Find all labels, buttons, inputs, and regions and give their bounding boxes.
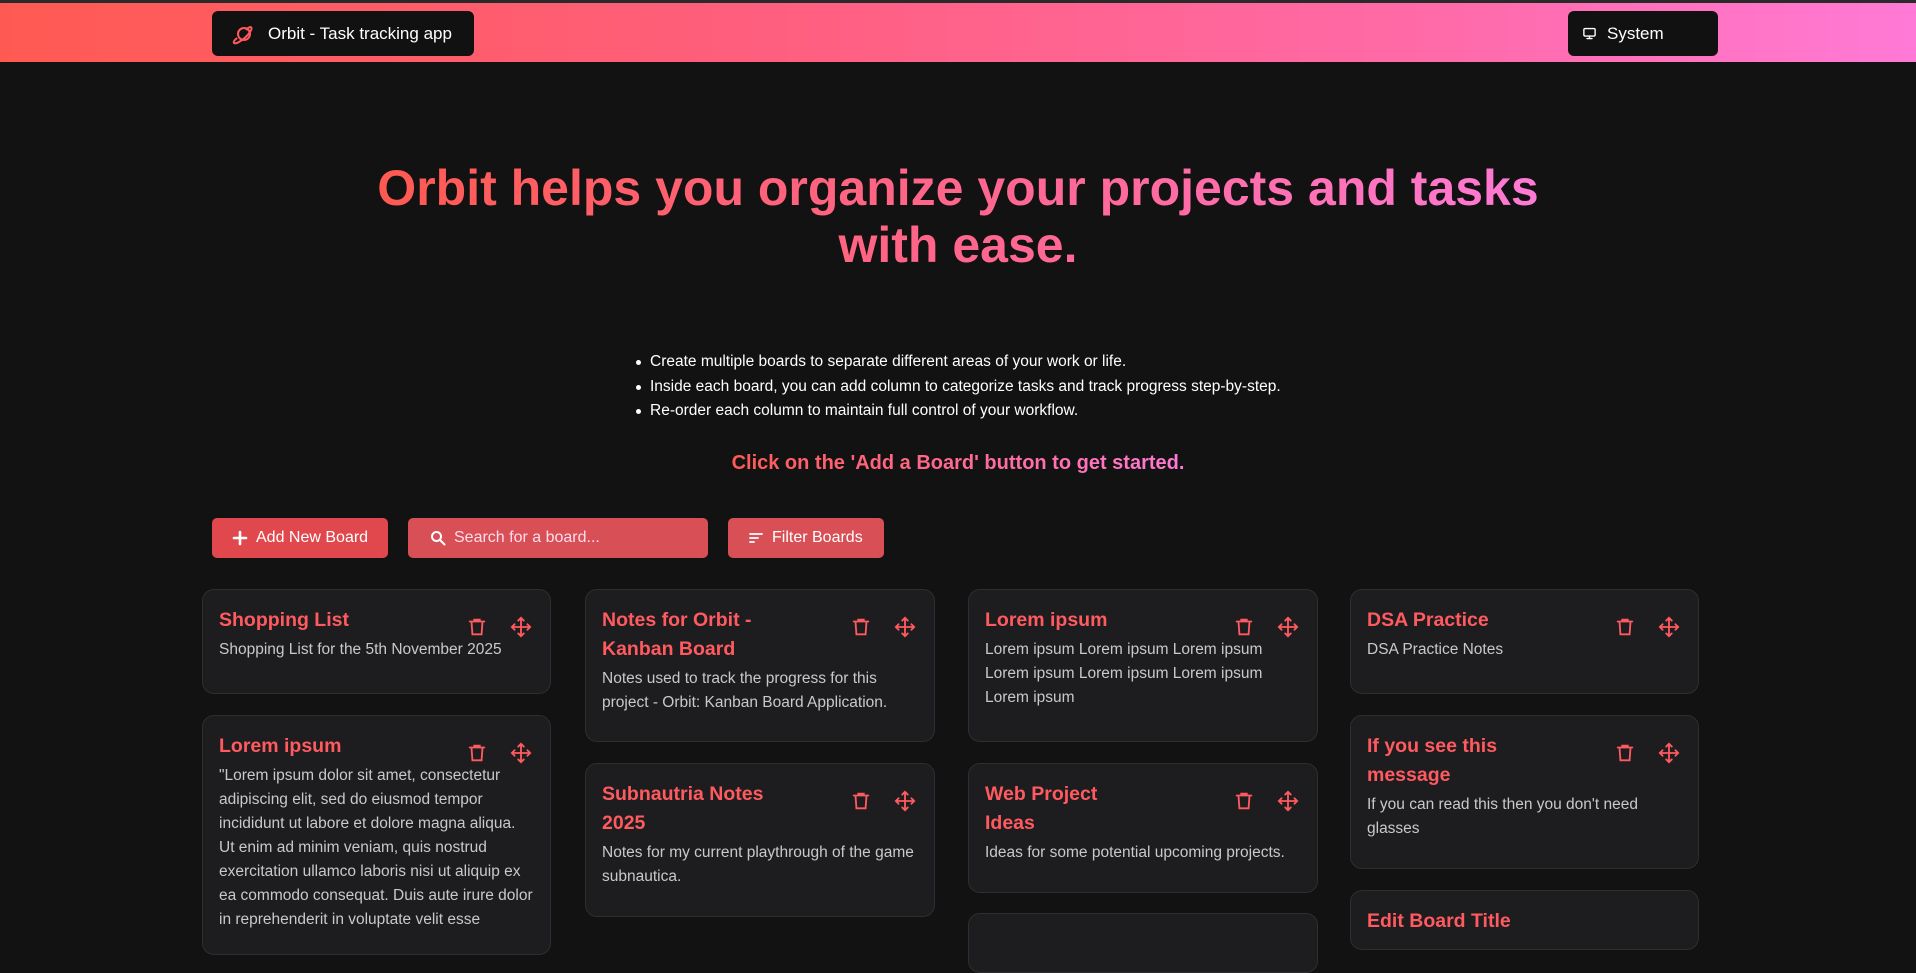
board-card[interactable]: Lorem ipsum Lorem ipsum Lorem ipsum Lore… xyxy=(968,589,1318,742)
board-title[interactable]: DSA Practice xyxy=(1367,606,1567,635)
top-bar: Orbit - Task tracking app System xyxy=(0,0,1916,62)
monitor-icon xyxy=(1583,27,1596,40)
search-placeholder: Search for a board... xyxy=(454,529,600,546)
board-description: "Lorem ipsum dolor sit amet, consectetur… xyxy=(219,767,533,928)
feature-list: Create multiple boards to separate diffe… xyxy=(636,350,1281,424)
search-icon xyxy=(431,531,446,546)
trash-icon[interactable] xyxy=(466,616,488,638)
plus-icon xyxy=(232,530,248,546)
trash-icon[interactable] xyxy=(1614,616,1636,638)
board-card[interactable]: If you see this message If you can read … xyxy=(1350,715,1699,869)
board-description: Lorem ipsum Lorem ipsum Lorem ipsum Lore… xyxy=(985,641,1263,706)
feature-item: Create multiple boards to separate diffe… xyxy=(636,350,1281,375)
trash-icon[interactable] xyxy=(466,742,488,764)
board-description: Shopping List for the 5th November 2025 xyxy=(219,641,502,658)
board-title[interactable]: Notes for Orbit - Kanban Board xyxy=(602,606,802,664)
board-description: If you can read this then you don't need… xyxy=(1367,796,1638,837)
board-description: DSA Practice Notes xyxy=(1367,641,1504,658)
board-card[interactable]: Subnautria Notes 2025 Notes for my curre… xyxy=(585,763,935,917)
add-board-button[interactable]: Add New Board xyxy=(212,518,388,558)
trash-icon[interactable] xyxy=(1233,616,1255,638)
board-card[interactable]: Notes for Orbit - Kanban Board Notes use… xyxy=(585,589,935,742)
add-board-label: Add New Board xyxy=(256,529,369,546)
app-title: Orbit - Task tracking app xyxy=(268,23,452,43)
board-title[interactable]: Shopping List xyxy=(219,606,419,635)
board-card[interactable]: Web Project Ideas Ideas for some potenti… xyxy=(968,763,1318,893)
search-input[interactable]: Search for a board... xyxy=(408,518,708,558)
trash-icon[interactable] xyxy=(1233,790,1255,812)
feature-item: Inside each board, you can add column to… xyxy=(636,375,1281,400)
filter-lines-icon xyxy=(749,533,763,543)
app-brand[interactable]: Orbit - Task tracking app xyxy=(212,11,474,56)
board-title[interactable]: If you see this message xyxy=(1367,732,1517,790)
hero-line-1: Orbit helps you organize your projects a… xyxy=(377,160,1539,216)
filter-boards-label: Filter Boards xyxy=(772,529,863,546)
board-title[interactable]: Subnautria Notes 2025 xyxy=(602,780,802,838)
drag-handle-icon[interactable] xyxy=(1658,616,1680,638)
hero-line-2: with ease. xyxy=(838,217,1078,273)
board-description: Notes used to track the progress for thi… xyxy=(602,670,888,711)
theme-label: System xyxy=(1607,23,1664,43)
board-card[interactable]: Lorem ipsum "Lorem ipsum dolor sit amet,… xyxy=(202,715,551,955)
board-description: Notes for my current playthrough of the … xyxy=(602,844,914,885)
drag-handle-icon[interactable] xyxy=(1277,790,1299,812)
trash-icon[interactable] xyxy=(850,790,872,812)
board-card[interactable]: DSA Practice DSA Practice Notes xyxy=(1350,589,1699,694)
board-title[interactable]: Web Project Ideas xyxy=(985,780,1125,838)
hero-heading: Orbit helps you organize your projects a… xyxy=(0,160,1916,274)
drag-handle-icon[interactable] xyxy=(510,742,532,764)
board-title[interactable]: Lorem ipsum xyxy=(985,606,1185,635)
board-card[interactable]: Shopping List Shopping List for the 5th … xyxy=(202,589,551,694)
feature-item: Re-order each column to maintain full co… xyxy=(636,399,1281,424)
planet-icon xyxy=(232,25,253,44)
drag-handle-icon[interactable] xyxy=(510,616,532,638)
trash-icon[interactable] xyxy=(850,616,872,638)
drag-handle-icon[interactable] xyxy=(1658,742,1680,764)
trash-icon[interactable] xyxy=(1614,742,1636,764)
board-card[interactable]: Edit Board Title xyxy=(1350,890,1699,950)
board-description: Ideas for some potential upcoming projec… xyxy=(985,844,1285,861)
drag-handle-icon[interactable] xyxy=(894,790,916,812)
call-to-action: Click on the 'Add a Board' button to get… xyxy=(0,452,1916,475)
board-title[interactable]: Lorem ipsum xyxy=(219,732,419,761)
board-title[interactable]: Edit Board Title xyxy=(1367,907,1567,936)
drag-handle-icon[interactable] xyxy=(1277,616,1299,638)
board-card[interactable] xyxy=(968,913,1318,973)
drag-handle-icon[interactable] xyxy=(894,616,916,638)
theme-toggle-button[interactable]: System xyxy=(1568,11,1718,56)
filter-boards-button[interactable]: Filter Boards xyxy=(728,518,884,558)
